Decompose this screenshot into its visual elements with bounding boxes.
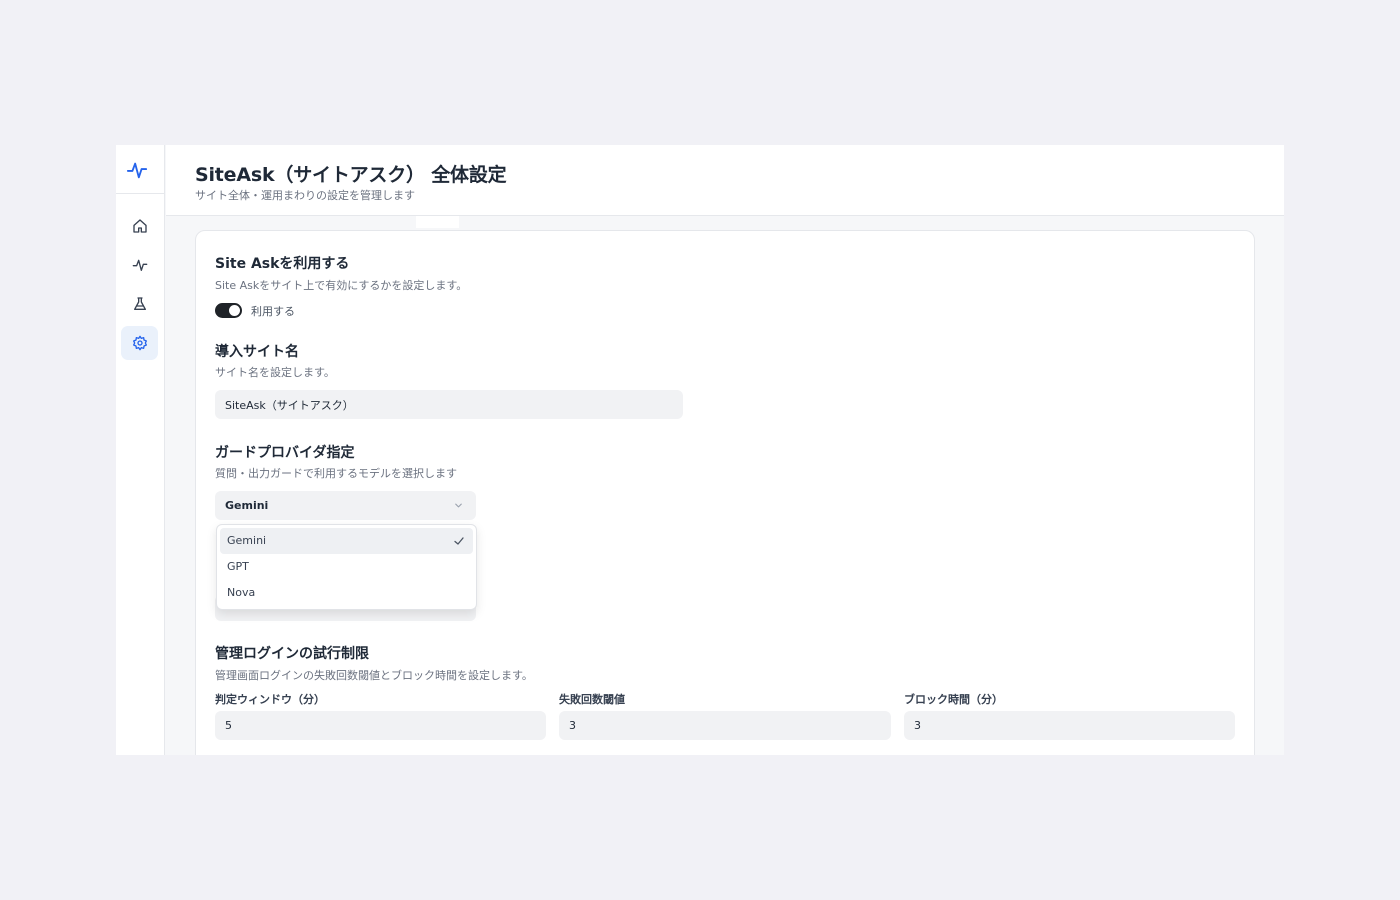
page-header: SiteAsk（サイトアスク） 全体設定 サイト全体・運用まわりの設定を管理しま… <box>166 145 1284 228</box>
sidebar-item-settings[interactable] <box>121 326 158 360</box>
option-gpt[interactable]: GPT <box>220 554 473 580</box>
fail-threshold-label: 失敗回数閾値 <box>559 693 625 706</box>
option-label: Nova <box>227 586 256 599</box>
home-icon <box>132 219 147 233</box>
site-name-title: 導入サイト名 <box>215 344 299 360</box>
site-name-description: サイト名を設定します。 <box>215 366 335 379</box>
guard-provider-description: 質問・出力ガードで利用するモデルを選択します <box>215 467 457 480</box>
check-icon <box>454 537 464 545</box>
sidebar-item-activity[interactable] <box>121 248 158 282</box>
option-nova[interactable]: Nova <box>220 580 473 606</box>
guard-provider-selected: Gemini <box>225 499 269 512</box>
block-minutes-label: ブロック時間（分） <box>904 693 1003 706</box>
sidebar-item-home[interactable] <box>121 209 158 243</box>
block-minutes-input[interactable] <box>904 711 1235 740</box>
option-label: Gemini <box>227 534 267 547</box>
flask-icon <box>133 297 146 310</box>
site-ask-toggle[interactable] <box>215 303 242 318</box>
option-label: GPT <box>227 560 249 573</box>
site-name-input[interactable] <box>215 390 683 419</box>
guard-provider-select[interactable]: Gemini <box>215 491 476 520</box>
window-minutes-label: 判定ウィンドウ（分） <box>215 693 325 706</box>
sidebar-item-lab[interactable] <box>121 287 158 321</box>
page-subtitle: サイト全体・運用まわりの設定を管理します <box>195 189 415 202</box>
window-minutes-input[interactable] <box>215 711 546 740</box>
chevron-down-icon <box>455 503 462 508</box>
page-title: SiteAsk（サイトアスク） 全体設定 <box>195 164 507 186</box>
guard-provider-dropdown: Gemini GPT Nova <box>216 524 477 610</box>
option-gemini[interactable]: Gemini <box>220 528 473 554</box>
app-window: SiteAsk（サイトアスク） 全体設定 サイト全体・運用まわりの設定を管理しま… <box>116 145 1284 755</box>
login-limit-description: 管理画面ログインの失敗回数閾値とブロック時間を設定します。 <box>215 669 533 682</box>
activity-icon[interactable] <box>126 159 148 181</box>
guard-provider-title: ガードプロバイダ指定 <box>215 445 355 461</box>
site-ask-description: Site Askをサイト上で有効にするかを設定します。 <box>215 279 468 292</box>
tab-indicator <box>416 216 459 228</box>
settings-card: Site Askを利用する Site Askをサイト上で有効にするかを設定します… <box>195 230 1255 755</box>
activity-icon <box>132 259 147 271</box>
login-limit-title: 管理ログインの試行制限 <box>215 646 369 662</box>
site-ask-toggle-label: 利用する <box>251 305 295 318</box>
gear-icon <box>132 335 147 351</box>
sidebar <box>116 145 165 755</box>
site-ask-title: Site Askを利用する <box>215 256 350 272</box>
fail-threshold-input[interactable] <box>559 711 891 740</box>
sidebar-divider <box>116 193 164 194</box>
